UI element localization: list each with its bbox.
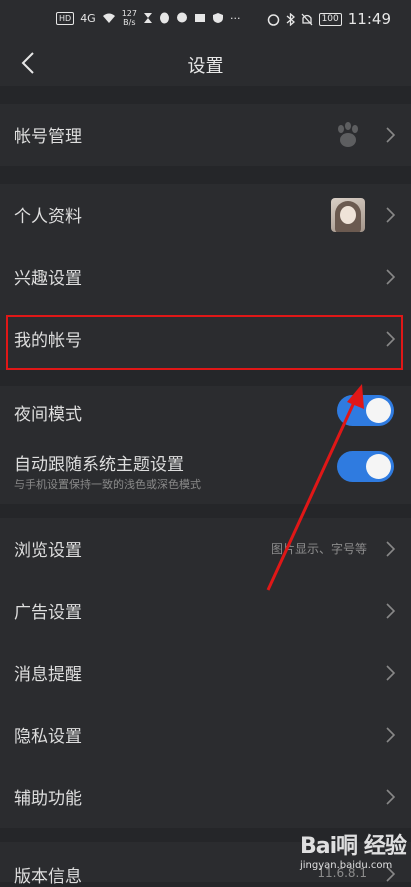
- annotation-arrow: [266, 384, 364, 591]
- watermark-url: jingyan.baidu.com: [300, 860, 393, 871]
- watermark-logo: Bai哃 经验: [300, 834, 407, 859]
- watermark: Bai哃 经验 jingyan.baidu.com: [300, 828, 407, 871]
